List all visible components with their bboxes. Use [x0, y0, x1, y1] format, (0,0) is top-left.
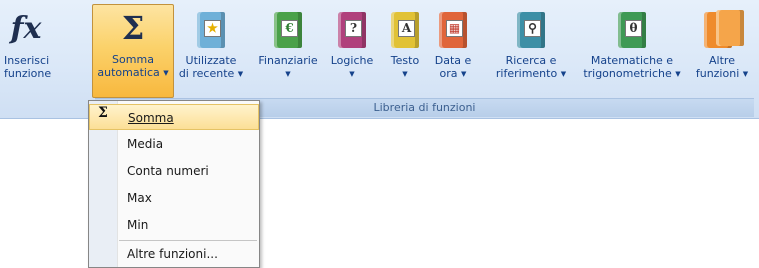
book-calendar-icon: ▦ [430, 6, 476, 52]
autosum-label: Somma automatica ▼ [97, 53, 169, 79]
more-functions-button[interactable]: Altre funzioni ▼ [688, 6, 756, 94]
menu-item-count-numbers[interactable]: Conta numeri [89, 158, 259, 184]
book-text-icon: A [383, 6, 427, 52]
dropdown-arrow-icon: ▼ [237, 70, 244, 78]
text-button[interactable]: A Testo ▼ [383, 6, 427, 94]
lookup-reference-button[interactable]: ⚲ Ricerca e riferimento ▼ [488, 6, 574, 94]
financial-label: Finanziarie ▼ [258, 54, 318, 78]
math-trig-label: Matematiche e trigonometriche ▼ [583, 54, 681, 80]
autosum-dropdown-menu: Σ Somma Media Conta numeri Max Min Altre… [88, 100, 260, 268]
dropdown-arrow-icon: ▼ [461, 70, 467, 78]
book-theta-icon: θ [582, 6, 682, 52]
sigma-icon: Σ [121, 9, 145, 47]
fx-icon: fx [10, 11, 42, 46]
math-trig-button[interactable]: θ Matematiche e trigonometriche ▼ [582, 6, 682, 94]
date-time-button[interactable]: ▦ Data e ora ▼ [430, 6, 476, 94]
recently-used-label: Utilizzate di recente ▼ [178, 54, 244, 80]
book-money-icon: € [252, 6, 324, 52]
sigma-icon: Σ [98, 105, 108, 121]
financial-button[interactable]: € Finanziarie ▼ [252, 6, 324, 94]
dropdown-arrow-icon: ▼ [675, 70, 681, 78]
insert-function-label: Inserisci funzione [4, 54, 52, 80]
dropdown-arrow-icon: ▼ [163, 69, 169, 77]
dropdown-arrow-icon: ▼ [560, 70, 567, 78]
recently-used-button[interactable]: ★ Utilizzate di recente ▼ [176, 6, 246, 94]
books-more-icon [688, 6, 756, 52]
dropdown-arrow-icon: ▼ [285, 70, 291, 78]
more-functions-label: Altre funzioni ▼ [695, 54, 749, 80]
lookup-reference-label: Ricerca e riferimento ▼ [495, 54, 567, 80]
text-label: Testo ▼ [390, 54, 420, 78]
insert-function-button[interactable]: fx Inserisci funzione [4, 6, 52, 94]
dropdown-arrow-icon: ▼ [402, 70, 408, 78]
menu-item-min[interactable]: Min [89, 212, 259, 238]
dropdown-arrow-icon: ▼ [742, 70, 749, 78]
logical-button[interactable]: ? Logiche ▼ [326, 6, 378, 94]
logical-label: Logiche ▼ [330, 54, 374, 78]
autosum-button[interactable]: Σ Somma automatica ▼ [92, 4, 174, 98]
menu-item-more-functions[interactable]: Altre funzioni... [89, 241, 259, 267]
menu-item-max[interactable]: Max [89, 185, 259, 211]
date-time-label: Data e ora ▼ [434, 54, 472, 80]
menu-item-average[interactable]: Media [89, 131, 259, 157]
menu-item-sum[interactable]: Σ Somma [89, 104, 259, 130]
book-question-icon: ? [326, 6, 378, 52]
dropdown-arrow-icon: ▼ [349, 70, 355, 78]
book-star-icon: ★ [176, 6, 246, 52]
book-lookup-icon: ⚲ [488, 6, 574, 52]
